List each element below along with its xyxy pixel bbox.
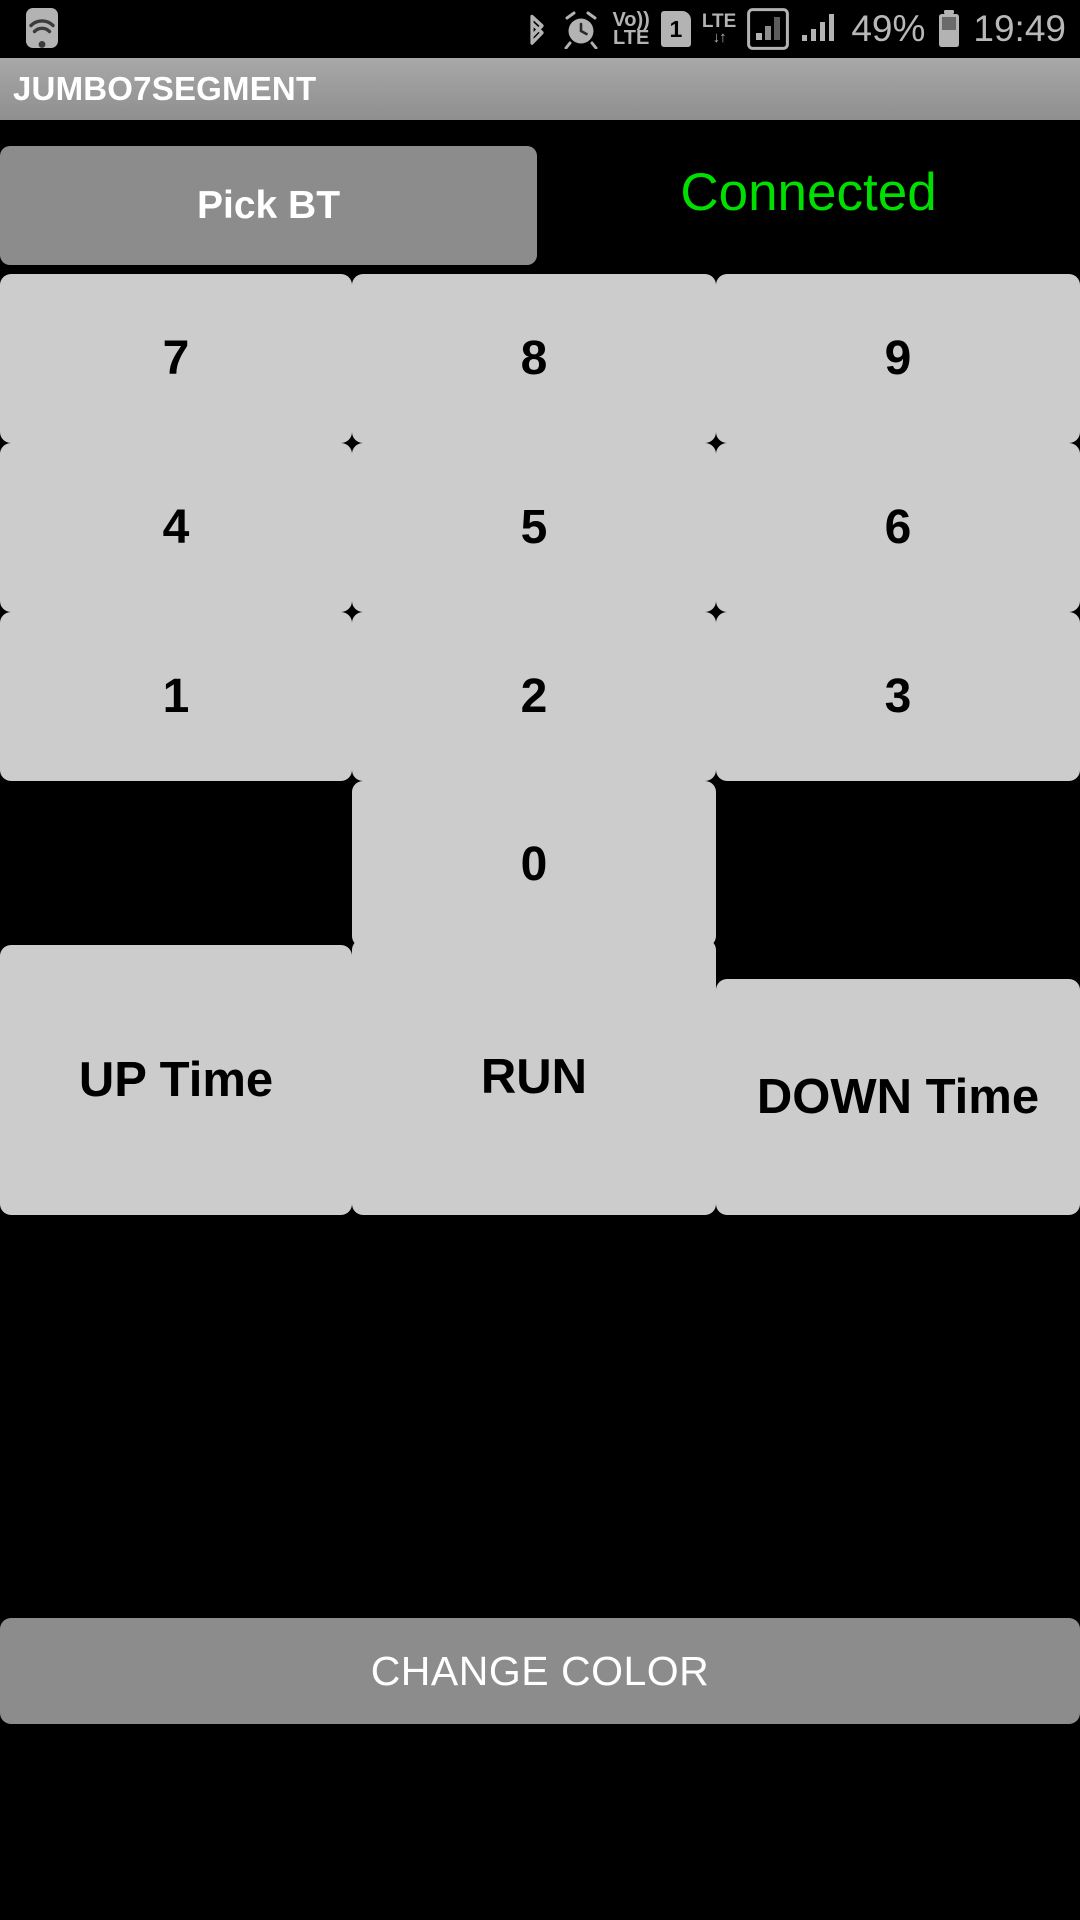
app-title-bar: JUMBO7SEGMENT — [0, 58, 1080, 120]
battery-icon — [936, 8, 962, 50]
up-time-button[interactable]: UP Time — [0, 945, 352, 1215]
keypad-row-123: 1 2 3 — [0, 612, 1080, 781]
action-button-row: UP Time RUN DOWN Time — [0, 939, 1080, 1215]
sim-label: 1 — [669, 15, 683, 42]
key-2[interactable]: 2 — [352, 612, 716, 781]
key-8[interactable]: 8 — [352, 274, 716, 443]
key-0[interactable]: 0 — [352, 781, 716, 947]
volte-line2: LTE — [613, 27, 650, 49]
battery-percent: 49% — [851, 8, 926, 49]
status-icon-group: Vo)) LTE 1 LTE ↓↑ 49% 19:49 — [524, 0, 1066, 58]
signal-bars-boxed-icon — [747, 8, 790, 50]
lte-data-icon: LTE ↓↑ — [702, 12, 736, 46]
keypad-row-789: 7 8 9 — [0, 274, 1080, 443]
clock: 19:49 — [973, 8, 1066, 49]
key-6[interactable]: 6 — [716, 443, 1080, 612]
connection-status-text: Connected — [680, 163, 937, 222]
alarm-clock-icon — [561, 9, 601, 49]
run-button[interactable]: RUN — [352, 939, 716, 1215]
key-9[interactable]: 9 — [716, 274, 1080, 443]
page-title: JUMBO7SEGMENT — [13, 70, 317, 107]
change-color-button[interactable]: CHANGE COLOR — [0, 1618, 1080, 1724]
bluetooth-icon — [524, 8, 550, 50]
key-1[interactable]: 1 — [0, 612, 352, 781]
lte-arrows: ↓↑ — [712, 28, 727, 46]
key-5[interactable]: 5 — [352, 443, 716, 612]
numeric-keypad: 7 8 9 4 5 6 1 2 3 0 — [0, 274, 1080, 947]
sim-card-icon: 1 — [660, 11, 691, 47]
connection-row: Pick BT Connected — [0, 120, 1080, 265]
pick-bt-button[interactable]: Pick BT — [0, 146, 537, 265]
volte-icon: Vo)) LTE — [612, 9, 650, 49]
key-4[interactable]: 4 — [0, 443, 352, 612]
signal-bars-icon — [800, 8, 840, 50]
down-time-button[interactable]: DOWN Time — [716, 979, 1080, 1215]
status-bar: Vo)) LTE 1 LTE ↓↑ 49% 19:49 — [0, 0, 1080, 58]
wifi-icon — [24, 6, 60, 55]
key-7[interactable]: 7 — [0, 274, 352, 443]
keypad-row-456: 4 5 6 — [0, 443, 1080, 612]
key-3[interactable]: 3 — [716, 612, 1080, 781]
keypad-row-zero: 0 — [0, 781, 1080, 947]
